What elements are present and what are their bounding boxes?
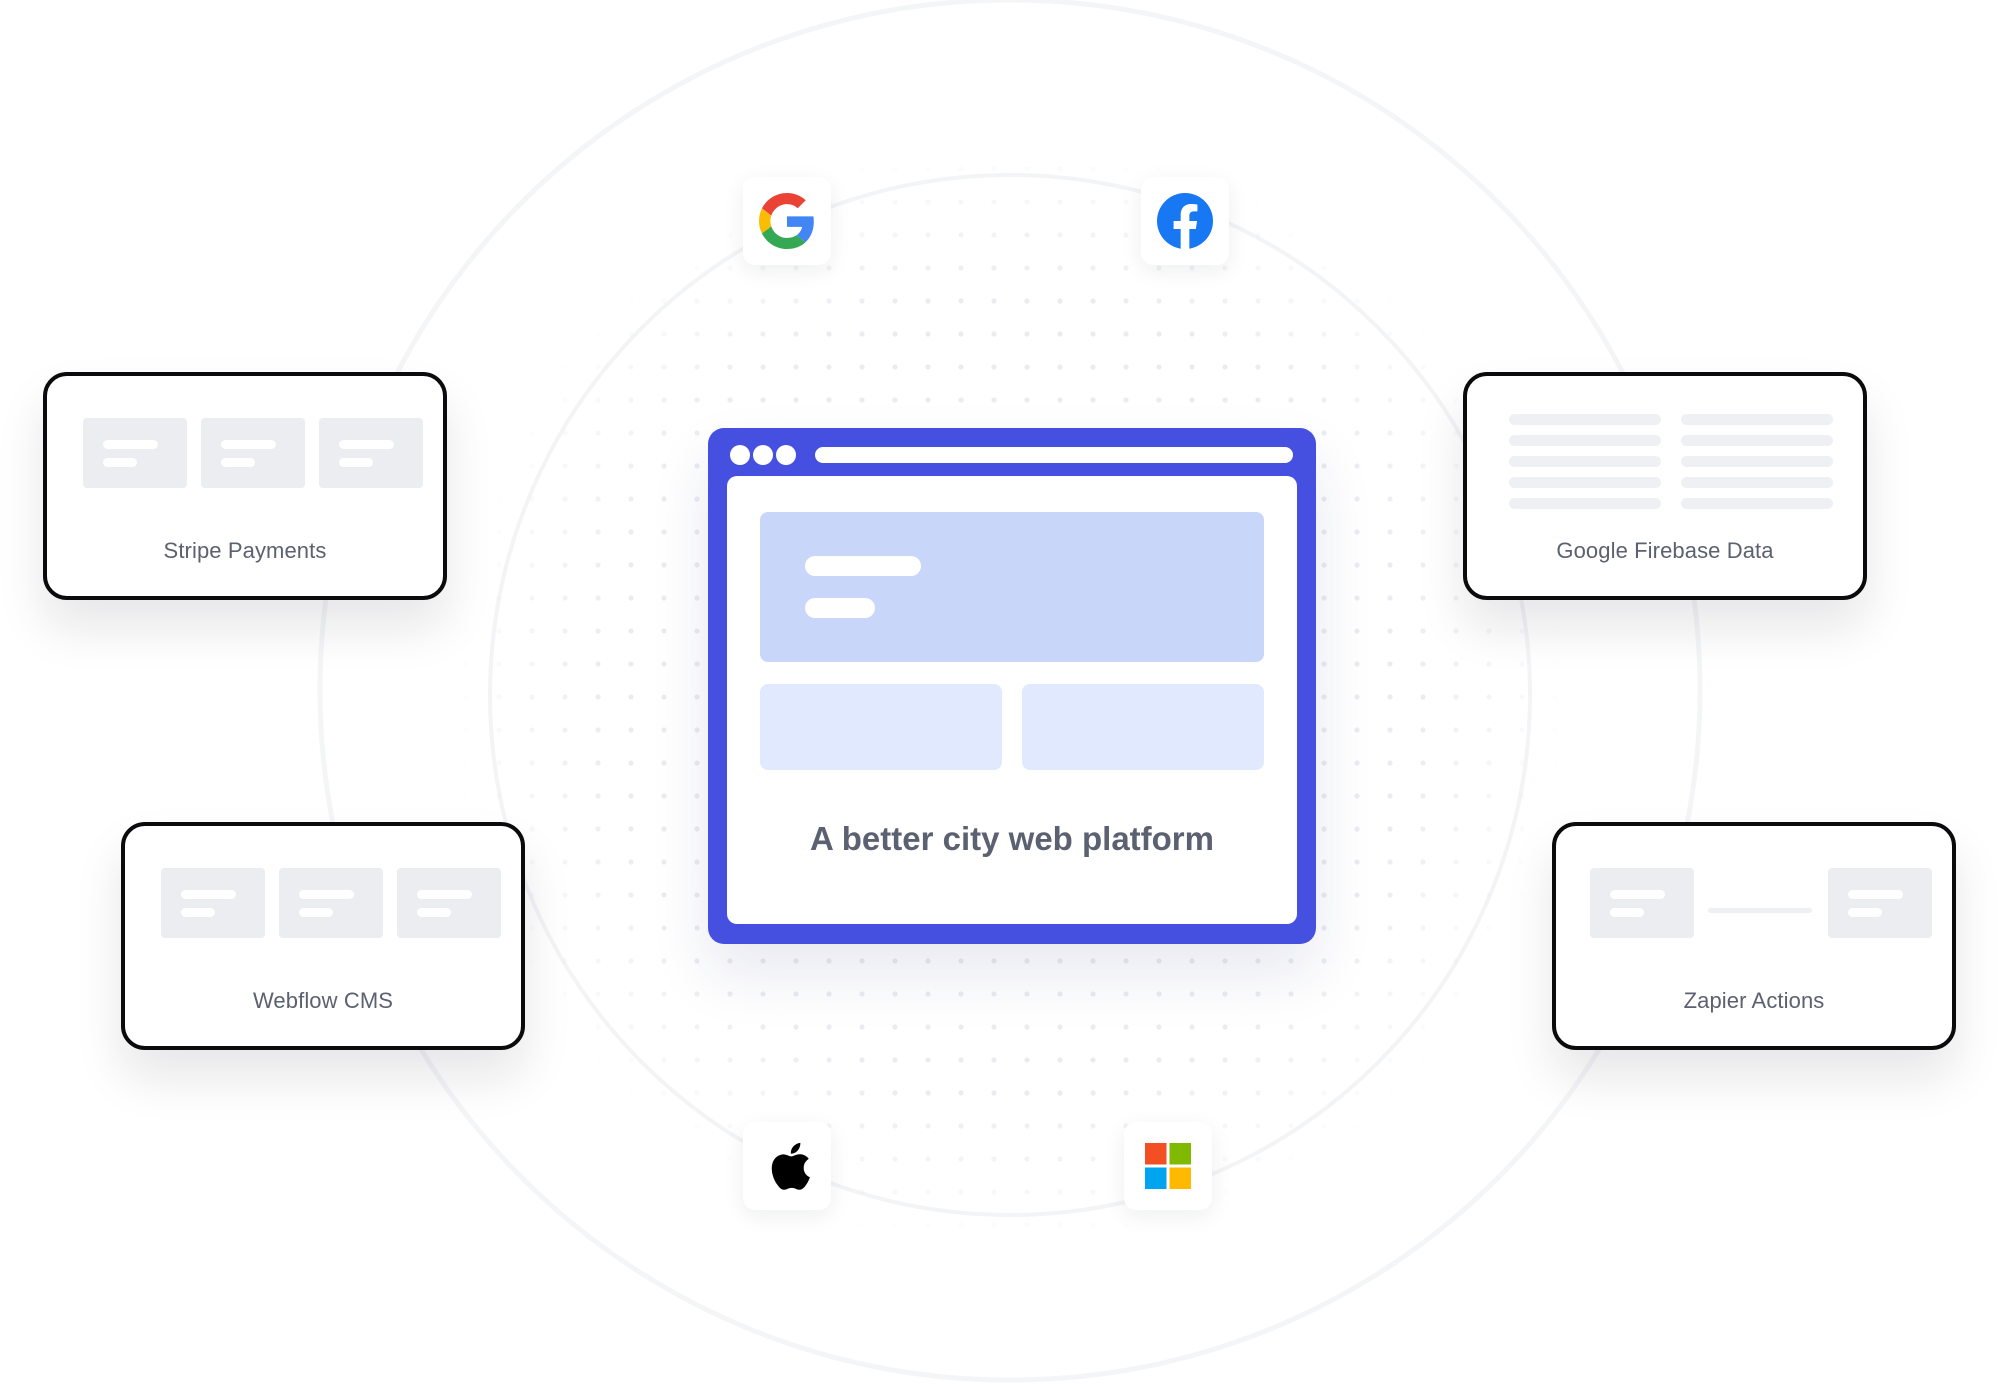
google-firebase-card[interactable]: Google Firebase Data <box>1463 372 1867 600</box>
platform-headline: A better city web platform <box>809 820 1214 857</box>
window-control-dot <box>730 445 750 465</box>
placeholder-tile <box>1590 868 1694 938</box>
placeholder-line <box>1509 414 1661 425</box>
integrations-diagram: Stripe Payments Google Firebase Data Web… <box>0 0 2000 1391</box>
placeholder-tile <box>201 418 305 488</box>
window-control-dot <box>776 445 796 465</box>
content-block-placeholder <box>1022 684 1264 770</box>
browser-viewport: A better city web platform <box>727 476 1297 924</box>
connector-line <box>1708 908 1812 913</box>
webflow-cms-label: Webflow CMS <box>252 988 394 1013</box>
hero-placeholder <box>760 512 1264 662</box>
placeholder-tile <box>161 868 265 938</box>
facebook-icon <box>1157 193 1213 249</box>
apple-logo-tile[interactable] <box>743 1122 831 1210</box>
placeholder-tile <box>83 418 187 488</box>
placeholder-line <box>1509 456 1661 467</box>
google-firebase-label: Google Firebase Data <box>1556 538 1774 563</box>
address-bar <box>815 447 1293 463</box>
webflow-cms-card[interactable]: Webflow CMS <box>121 822 525 1050</box>
apple-icon <box>771 1142 810 1190</box>
microsoft-icon <box>1145 1143 1191 1189</box>
zapier-actions-label: Zapier Actions <box>1683 988 1825 1013</box>
zapier-actions-card[interactable]: Zapier Actions <box>1552 822 1956 1050</box>
placeholder-line <box>1681 435 1833 446</box>
stripe-payments-label: Stripe Payments <box>163 538 327 563</box>
placeholder-line <box>1509 435 1661 446</box>
placeholder-line <box>1509 477 1661 488</box>
google-icon <box>759 193 814 249</box>
google-logo-tile[interactable] <box>743 177 831 265</box>
browser-window: A better city web platform <box>708 428 1316 944</box>
window-control-dot <box>753 445 773 465</box>
placeholder-line <box>1681 477 1833 488</box>
placeholder-line <box>1509 498 1661 509</box>
placeholder-tile <box>1828 868 1932 938</box>
placeholder-line <box>1681 456 1833 467</box>
content-block-placeholder <box>760 684 1002 770</box>
stripe-payments-card[interactable]: Stripe Payments <box>43 372 447 600</box>
placeholder-tile <box>397 868 501 938</box>
placeholder-line <box>1681 498 1833 509</box>
placeholder-line <box>1681 414 1833 425</box>
placeholder-tile <box>279 868 383 938</box>
microsoft-logo-tile[interactable] <box>1124 1122 1212 1210</box>
facebook-logo-tile[interactable] <box>1141 177 1229 265</box>
placeholder-tile <box>319 418 423 488</box>
